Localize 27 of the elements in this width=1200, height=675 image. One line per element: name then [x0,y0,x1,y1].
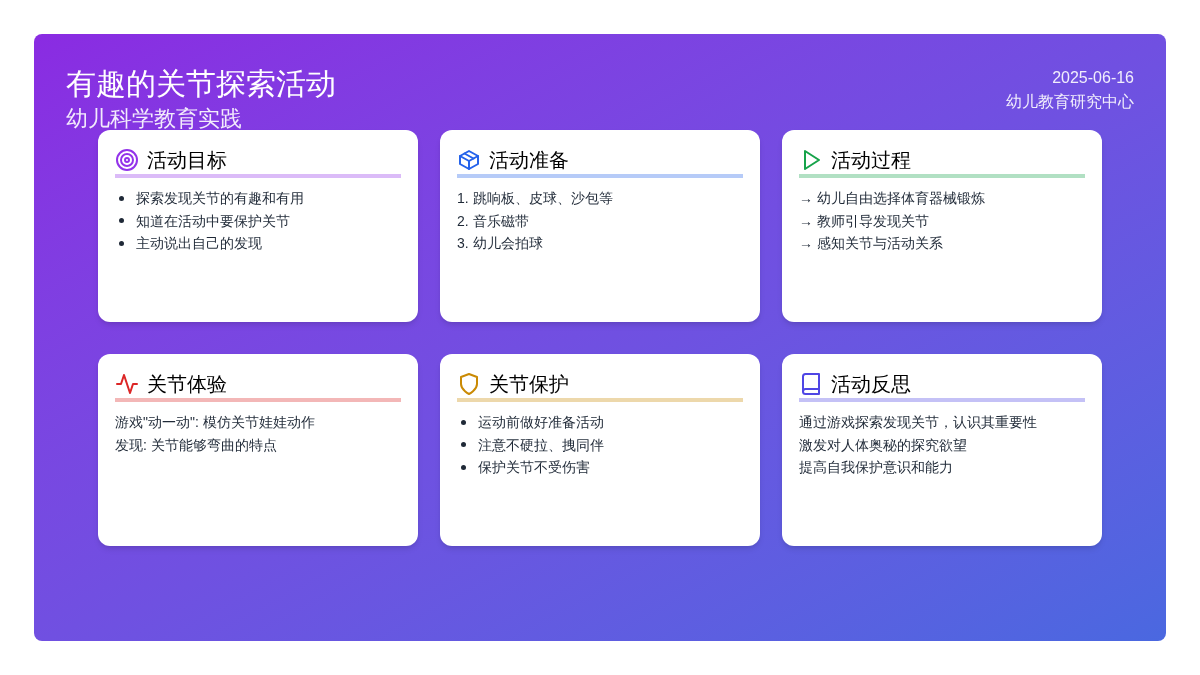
list-item: 运动前做好准备活动 [478,413,604,433]
slide-title: 有趣的关节探索活动 [66,66,336,102]
list-item: 激发对人体奥秘的探究欲望 [799,435,968,455]
card-title: 关节保护 [489,372,569,396]
organization-text: 幼儿教育研究中心 [1006,92,1134,112]
list-item: → 教师引导发现关节 [799,211,930,231]
card-title: 活动过程 [831,148,911,172]
date-text: 2025-06-16 [1052,68,1134,88]
list-item: 保护关节不受伤害 [478,458,590,478]
card-title: 关节体验 [147,372,227,396]
list-item: → 感知关节与活动关系 [799,234,944,253]
slide-subtitle: 幼儿科学教育实践 [66,108,243,130]
list-item: → 幼儿自由选择体育器械锻炼 [799,189,986,208]
card-title: 活动目标 [147,148,227,172]
list-item: 主动说出自己的发现 [136,234,262,254]
list-item: 1. 跳响板、皮球、沙包等 [457,189,614,208]
list-item: 游戏"动一动": 模仿关节娃娃动作 [115,413,316,432]
list-item: 知道在活动中要保护关节 [136,211,290,231]
list-item: 2. 音乐磁带 [457,211,530,231]
list-item: 提高自我保护意识和能力 [799,458,954,477]
list-item: 通过游戏探索发现关节，认识其重要性 [799,413,1038,432]
card-title: 活动准备 [489,148,569,172]
list-item: 注意不硬拉、拽同伴 [478,435,604,455]
card-title: 活动反思 [831,372,911,396]
list-item: 发现: 关节能够弯曲的特点 [115,435,278,455]
list-item: 探索发现关节的有趣和有用 [136,189,304,209]
list-item: 3. 幼儿会拍球 [457,234,544,253]
